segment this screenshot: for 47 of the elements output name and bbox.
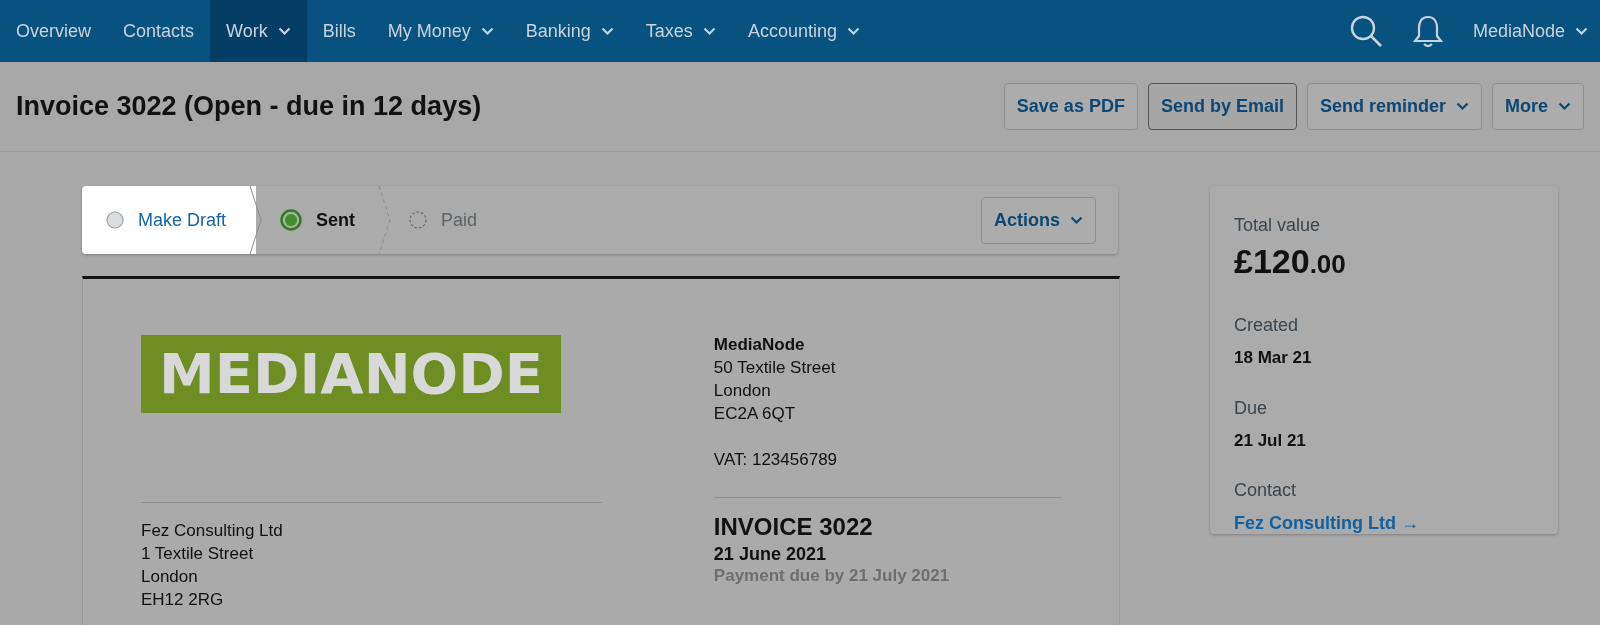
field-label: Contact (1234, 479, 1298, 502)
field-label: Due (1234, 396, 1269, 420)
radio-icon (106, 211, 124, 229)
action-button[interactable]: Save as PDF (1003, 83, 1138, 130)
field-value: 18 Mar 21 (1234, 347, 1313, 369)
invoice-title: INVOICE 3022 (713, 512, 874, 542)
nav-tab[interactable]: Banking (509, 0, 630, 62)
address-line: 50 Textile Street (713, 357, 837, 379)
sender-name: MediaNode (713, 334, 806, 356)
account-menu[interactable]: MediaNode (1472, 17, 1588, 45)
notification-bell-icon[interactable] (1412, 14, 1443, 48)
nav-tab[interactable]: Bills (306, 0, 372, 62)
caret-icon (1575, 26, 1588, 36)
address-line: EC2A 6QT (713, 403, 797, 425)
page-title: Invoice 3022 (Open - due in 12 days) (16, 90, 482, 123)
total-amount: £120.00 (1234, 241, 1347, 282)
field-value: 21 Jul 21 (1234, 429, 1307, 452)
nav-tab[interactable]: Overview (0, 0, 107, 62)
address-line: Fez Consulting Ltd (141, 520, 284, 542)
nav-tab[interactable]: Taxes (629, 0, 732, 62)
step-label: Paid (441, 208, 478, 232)
nav-tab[interactable]: My Money (371, 0, 510, 62)
action-button[interactable]: Send by Email (1147, 83, 1297, 130)
caret-icon (1070, 215, 1083, 225)
dropdown-button[interactable]: More (1492, 83, 1584, 130)
step-separator (378, 186, 393, 254)
search-icon[interactable] (1348, 14, 1383, 48)
payment-due-text: Payment due by 21 July 2021 (713, 566, 951, 586)
pending-status-icon (409, 211, 428, 229)
nav-tab[interactable]: Work (210, 0, 307, 62)
invoice-date: 21 June 2021 (713, 543, 827, 566)
address-line: London (713, 380, 772, 402)
step-separator (249, 186, 264, 254)
field-label: Created (1234, 314, 1300, 337)
step-label: Sent (316, 208, 356, 232)
company-logo: MEDIANODE (141, 335, 561, 413)
address-line: EH12 2RG (141, 589, 225, 611)
nav-tab[interactable]: Accounting (731, 0, 876, 62)
dropdown-button[interactable]: Send reminder (1306, 83, 1482, 130)
total-label: Total value (1234, 214, 1322, 237)
address-line: 1 Textile Street (141, 543, 255, 565)
address-line: London (141, 566, 199, 588)
contact-link[interactable]: Fez Consulting Ltd → (1234, 510, 1419, 537)
actions-dropdown-button[interactable]: Actions (981, 196, 1096, 244)
nav-tab[interactable]: Contacts (107, 0, 211, 62)
vat-number: VAT: 123456789 (713, 449, 839, 471)
status-dot-icon (280, 209, 303, 231)
